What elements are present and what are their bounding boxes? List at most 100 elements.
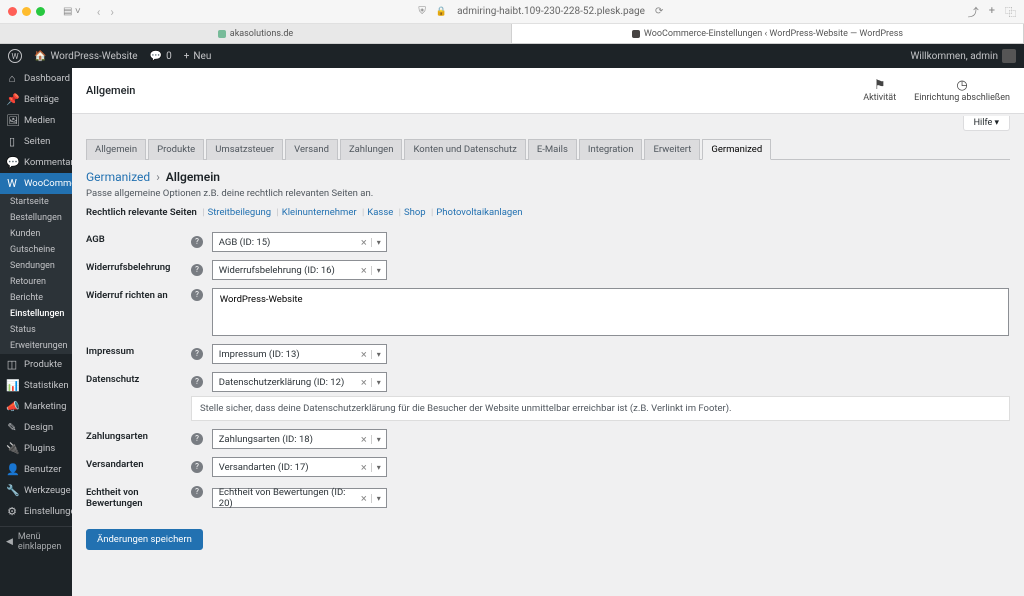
tab-umsatzsteuer[interactable]: Umsatzsteuer [206, 139, 283, 160]
comments-link[interactable]: 💬0 [150, 51, 172, 62]
label-widerruf: Widerrufsbelehrung [86, 256, 191, 284]
menu-comments[interactable]: 💬Kommentare [0, 152, 72, 173]
share-button[interactable]: ⤴ [968, 4, 979, 20]
url-bar[interactable]: admiring-haibt.109-230-228-52.plesk.page [457, 6, 645, 17]
submenu-bestellungen[interactable]: Bestellungen [0, 210, 72, 226]
datenschutz-select[interactable]: Datenschutzerklärung (ID: 12) × ▾ [212, 372, 387, 392]
help-tip-icon[interactable]: ? [191, 236, 203, 248]
agb-select[interactable]: AGB (ID: 15) × ▾ [212, 232, 387, 252]
menu-plugins[interactable]: 🔌Plugins [0, 438, 72, 459]
menu-posts[interactable]: 📌Beiträge [0, 89, 72, 110]
activity-button[interactable]: ⚑Aktivität [863, 78, 896, 103]
chevron-down-icon[interactable]: ▾ [371, 266, 386, 275]
menu-woocommerce[interactable]: WWooCommerce [0, 173, 72, 194]
tab-erweitert[interactable]: Erweitert [644, 139, 700, 160]
clear-icon[interactable]: × [357, 492, 371, 505]
submenu-retouren[interactable]: Retouren [0, 274, 72, 290]
help-tip-icon[interactable]: ? [191, 376, 203, 388]
clear-icon[interactable]: × [357, 433, 371, 446]
new-tab-button[interactable]: + [989, 4, 995, 20]
submenu-berichte[interactable]: Berichte [0, 290, 72, 306]
chevron-down-icon[interactable]: ▾ [371, 238, 386, 247]
new-content-link[interactable]: +Neu [184, 51, 212, 62]
help-tip-icon[interactable]: ? [191, 264, 203, 276]
menu-tools[interactable]: 🔧Werkzeuge [0, 480, 72, 501]
select-value: AGB (ID: 15) [213, 237, 357, 248]
help-tab-toggle[interactable]: Hilfe ▾ [963, 116, 1010, 131]
activity-label: Aktivität [863, 93, 896, 103]
forward-button[interactable]: › [110, 5, 114, 19]
sidebar-toggle[interactable]: ▤ ˅ [63, 6, 81, 17]
help-tip-icon[interactable]: ? [191, 461, 203, 473]
browser-tab[interactable]: akasolutions.de [0, 24, 512, 43]
site-name-link[interactable]: 🏠WordPress-Website [34, 51, 138, 62]
back-button[interactable]: ‹ [97, 5, 101, 19]
impressum-select[interactable]: Impressum (ID: 13) × ▾ [212, 344, 387, 364]
clear-icon[interactable]: × [357, 264, 371, 277]
save-changes-button[interactable]: Änderungen speichern [86, 529, 203, 550]
tab-zahlungen[interactable]: Zahlungen [340, 139, 403, 160]
tab-emails[interactable]: E-Mails [528, 139, 577, 160]
plugin-icon: 🔌 [6, 442, 18, 455]
link-kleinunternehmer[interactable]: Kleinunternehmer [282, 207, 357, 218]
help-tip-icon[interactable]: ? [191, 486, 203, 498]
chevron-down-icon[interactable]: ▾ [371, 378, 386, 387]
link-shop[interactable]: Shop [404, 207, 426, 218]
submenu-gutscheine[interactable]: Gutscheine [0, 242, 72, 258]
tab-versand[interactable]: Versand [285, 139, 338, 160]
menu-products[interactable]: ◫Produkte [0, 354, 72, 375]
tab-produkte[interactable]: Produkte [148, 139, 204, 160]
submenu-kunden[interactable]: Kunden [0, 226, 72, 242]
privacy-shield-icon[interactable]: ⛨ [418, 6, 426, 17]
minimize-window-button[interactable] [22, 7, 31, 16]
finish-setup-button[interactable]: ◷Einrichtung abschließen [914, 78, 1010, 103]
tabs-overview-button[interactable]: ⿻ [1005, 4, 1016, 20]
widerruf-select[interactable]: Widerrufsbelehrung (ID: 16) × ▾ [212, 260, 387, 280]
maximize-window-button[interactable] [36, 7, 45, 16]
submenu-erweiterungen[interactable]: Erweiterungen [0, 338, 72, 354]
clear-icon[interactable]: × [357, 376, 371, 389]
submenu-einstellungen[interactable]: Einstellungen [0, 306, 72, 322]
menu-dashboard[interactable]: ⌂Dashboard [0, 68, 72, 89]
chevron-down-icon[interactable]: ▾ [371, 494, 386, 503]
help-tip-icon[interactable]: ? [191, 289, 203, 301]
link-photovoltaik[interactable]: Photovoltaikanlagen [436, 207, 522, 218]
submenu-startseite[interactable]: Startseite [0, 194, 72, 210]
chevron-down-icon[interactable]: ▾ [371, 350, 386, 359]
zahlungsarten-select[interactable]: Zahlungsarten (ID: 18) × ▾ [212, 429, 387, 449]
browser-tab[interactable]: WooCommerce-Einstellungen ‹ WordPress-We… [512, 24, 1024, 43]
chevron-down-icon[interactable]: ▾ [371, 463, 386, 472]
submenu-sendungen[interactable]: Sendungen [0, 258, 72, 274]
tab-allgemein[interactable]: Allgemein [86, 139, 146, 160]
menu-pages[interactable]: ▯Seiten [0, 131, 72, 152]
clear-icon[interactable]: × [357, 461, 371, 474]
chevron-down-icon[interactable]: ▾ [371, 435, 386, 444]
tab-germanized[interactable]: Germanized [702, 139, 771, 160]
menu-marketing[interactable]: 📣Marketing [0, 396, 72, 417]
link-streitbeilegung[interactable]: Streitbeilegung [208, 207, 272, 218]
widerruf-richten-textarea[interactable] [212, 288, 1009, 336]
help-tip-icon[interactable]: ? [191, 348, 203, 360]
user-greeting[interactable]: Willkommen, admin [910, 49, 1016, 63]
clear-icon[interactable]: × [357, 348, 371, 361]
echtheit-select[interactable]: Echtheit von Bewertungen (ID: 20) × ▾ [212, 488, 387, 508]
close-window-button[interactable] [8, 7, 17, 16]
menu-media[interactable]: 🖼Medien [0, 110, 72, 131]
clear-icon[interactable]: × [357, 236, 371, 249]
breadcrumb-parent-link[interactable]: Germanized [86, 170, 150, 184]
link-kasse[interactable]: Kasse [367, 207, 393, 218]
collapse-menu-button[interactable]: ◀Menü einklappen [0, 526, 72, 557]
menu-statistics[interactable]: 📊Statistiken [0, 375, 72, 396]
menu-settings[interactable]: ⚙Einstellungen [0, 501, 72, 522]
versandarten-select[interactable]: Versandarten (ID: 17) × ▾ [212, 457, 387, 477]
tab-integration[interactable]: Integration [579, 139, 643, 160]
menu-design[interactable]: ✎Design [0, 417, 72, 438]
help-tip-icon[interactable]: ? [191, 433, 203, 445]
reload-button[interactable]: ⟳ [655, 6, 663, 17]
tab-konten[interactable]: Konten und Datenschutz [404, 139, 525, 160]
menu-users[interactable]: 👤Benutzer [0, 459, 72, 480]
submenu-status[interactable]: Status [0, 322, 72, 338]
wp-logo-menu[interactable]: W [8, 49, 22, 63]
browser-chrome: ▤ ˅ ‹ › ⛨ 🔒 admiring-haibt.109-230-228-5… [0, 0, 1024, 24]
pin-icon: 📌 [6, 93, 18, 106]
